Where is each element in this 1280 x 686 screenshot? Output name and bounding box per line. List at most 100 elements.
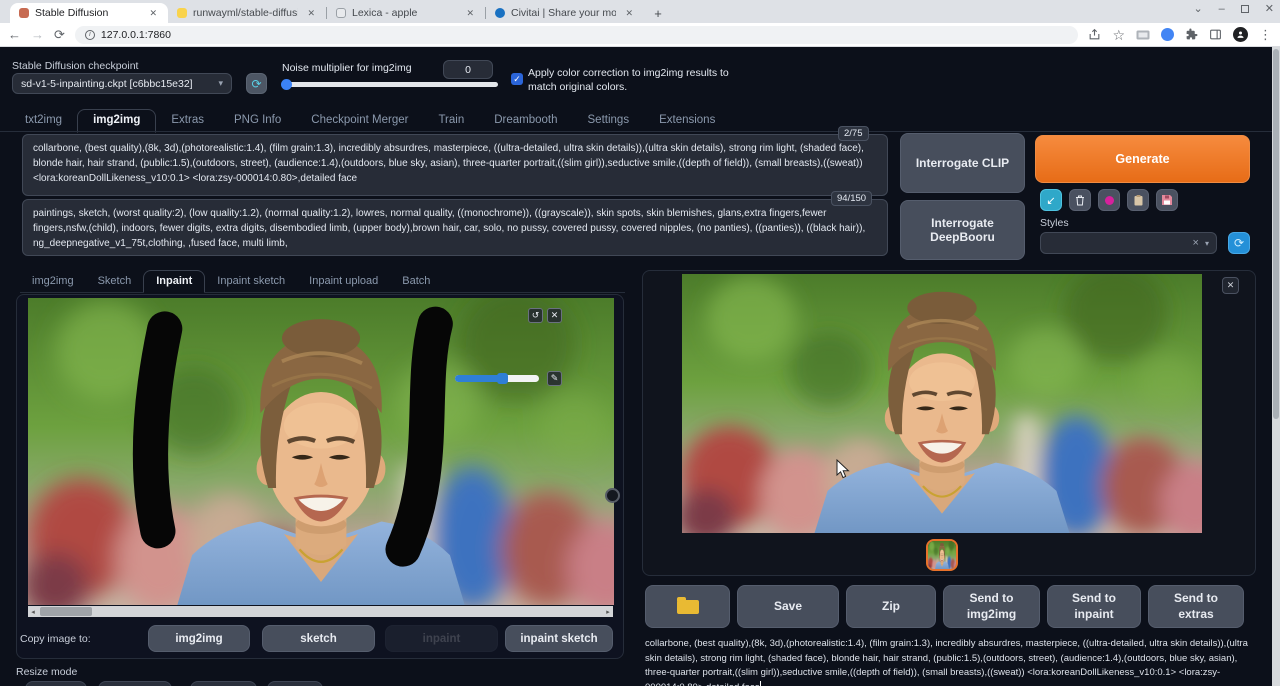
- civitai-favicon: [495, 8, 505, 18]
- open-folder-button[interactable]: [645, 585, 730, 628]
- tab-title: Civitai | Share your models: [511, 7, 617, 19]
- noise-multiplier-value[interactable]: 0: [443, 60, 493, 79]
- apply-style-clipboard-icon[interactable]: [1127, 189, 1149, 211]
- browser-tab-lexica[interactable]: Lexica - apple ✕: [327, 3, 485, 23]
- color-correction-label: Apply color correction to img2img result…: [528, 67, 729, 94]
- subtab-inpaint[interactable]: Inpaint: [143, 270, 206, 293]
- tab-close-icon[interactable]: ✕: [622, 7, 636, 20]
- browser-tab-stable-diffusion[interactable]: Stable Diffusion ✕: [10, 3, 168, 23]
- address-bar[interactable]: i 127.0.0.1:7860: [74, 25, 1079, 44]
- bookmark-star-icon[interactable]: ☆: [1112, 28, 1125, 42]
- noise-multiplier-slider[interactable]: [281, 79, 498, 90]
- slider-thumb[interactable]: [281, 79, 292, 90]
- resize-mode-option[interactable]: [267, 681, 323, 686]
- side-panel-icon[interactable]: [1209, 28, 1222, 41]
- negative-prompt-textarea[interactable]: paintings, sketch, (worst quality:2), (l…: [22, 199, 888, 256]
- brush-icon[interactable]: ✎: [547, 371, 562, 386]
- send-to-img2img-button[interactable]: Send to img2img: [943, 585, 1040, 628]
- resize-mode-option[interactable]: [98, 681, 172, 686]
- clear-canvas-icon[interactable]: ✕: [547, 308, 562, 323]
- interrogate-deepbooru-button[interactable]: Interrogate DeepBooru: [900, 200, 1025, 260]
- scroll-right-icon[interactable]: ▸: [603, 608, 613, 616]
- extension-blue-icon[interactable]: [1161, 28, 1174, 41]
- copy-to-inpaint-sketch-button[interactable]: inpaint sketch: [505, 625, 613, 652]
- close-gallery-icon[interactable]: ✕: [1222, 277, 1239, 294]
- resize-mode-option[interactable]: [25, 681, 87, 686]
- extension-tv-icon[interactable]: [1136, 29, 1150, 41]
- forward-icon[interactable]: →: [31, 28, 44, 41]
- tab-extensions[interactable]: Extensions: [644, 110, 730, 132]
- scroll-left-icon[interactable]: ◂: [28, 608, 38, 616]
- stable-diffusion-favicon: [19, 8, 29, 18]
- scrollbar-thumb[interactable]: [40, 607, 92, 616]
- subtab-inpaint-upload[interactable]: Inpaint upload: [297, 271, 390, 292]
- window-minimize-button[interactable]: –: [1219, 3, 1225, 15]
- new-tab-button[interactable]: +: [650, 5, 666, 21]
- browser-menu-icon[interactable]: ⋮: [1259, 28, 1272, 41]
- tab-close-icon[interactable]: ✕: [146, 7, 160, 20]
- brush-size-slider[interactable]: [455, 373, 539, 384]
- tab-png-info[interactable]: PNG Info: [219, 110, 296, 132]
- extensions-puzzle-icon[interactable]: [1185, 28, 1198, 41]
- tab-settings[interactable]: Settings: [573, 110, 645, 132]
- refresh-checkpoint-button[interactable]: ⟳: [246, 73, 267, 94]
- checkpoint-select[interactable]: sd-v1-5-inpainting.ckpt [c6bbc15e32] ▾: [12, 73, 232, 94]
- browser-tab-runwayml[interactable]: runwayml/stable-diffusion-inpa ✕: [168, 3, 326, 23]
- browser-toolbar: ← → ⟳ i 127.0.0.1:7860 ☆ ⋮: [0, 23, 1280, 47]
- clear-styles-icon[interactable]: ×: [1193, 237, 1199, 249]
- site-info-icon[interactable]: i: [84, 29, 95, 40]
- generate-button[interactable]: Generate: [1035, 135, 1250, 183]
- text-caret: [759, 681, 761, 686]
- save-style-icon[interactable]: [1156, 189, 1178, 211]
- profile-avatar[interactable]: [1233, 27, 1248, 42]
- save-button[interactable]: Save: [737, 585, 839, 628]
- share-icon[interactable]: [1088, 28, 1101, 41]
- canvas-resize-handle[interactable]: [605, 488, 620, 503]
- send-to-inpaint-button[interactable]: Send to inpaint: [1047, 585, 1141, 628]
- prompt-textarea[interactable]: collarbone, (best quality),(8k, 3d),(pho…: [22, 134, 888, 196]
- subtab-batch[interactable]: Batch: [390, 271, 442, 292]
- canvas-horizontal-scrollbar[interactable]: ◂ ▸: [28, 606, 613, 617]
- styles-select[interactable]: × ▾: [1040, 232, 1217, 254]
- tab-train[interactable]: Train: [423, 110, 479, 132]
- copy-to-sketch-button[interactable]: sketch: [262, 625, 375, 652]
- interrogate-clip-button[interactable]: Interrogate CLIP: [900, 133, 1025, 193]
- browser-tab-civitai[interactable]: Civitai | Share your models ✕: [486, 3, 644, 23]
- clear-prompt-trash-icon[interactable]: [1069, 189, 1091, 211]
- window-close-button[interactable]: ✕: [1265, 2, 1274, 15]
- resize-mode-option[interactable]: [190, 681, 257, 686]
- refresh-styles-button[interactable]: ⟳: [1228, 232, 1250, 254]
- back-icon[interactable]: ←: [8, 28, 21, 41]
- color-correction-checkbox[interactable]: ✓: [511, 73, 523, 85]
- window-maximize-button[interactable]: [1240, 4, 1249, 13]
- tab-txt2img[interactable]: txt2img: [10, 110, 77, 132]
- zip-button[interactable]: Zip: [846, 585, 936, 628]
- tab-dreambooth[interactable]: Dreambooth: [479, 110, 572, 132]
- subtab-img2img[interactable]: img2img: [20, 271, 86, 292]
- tab-extras[interactable]: Extras: [156, 110, 219, 132]
- tab-close-icon[interactable]: ✕: [304, 7, 318, 20]
- generated-image[interactable]: [682, 274, 1202, 533]
- tab-img2img[interactable]: img2img: [77, 109, 157, 133]
- paste-generation-params-icon[interactable]: ↙: [1040, 189, 1062, 211]
- floppy-icon: [1162, 195, 1172, 205]
- undo-brush-icon[interactable]: ↺: [528, 308, 543, 323]
- subtab-sketch[interactable]: Sketch: [86, 271, 144, 292]
- page-scrollbar-thumb[interactable]: [1273, 49, 1279, 419]
- subtab-inpaint-sketch[interactable]: Inpaint sketch: [205, 271, 297, 292]
- reload-icon[interactable]: ⟳: [54, 28, 65, 41]
- source-portrait-image: [28, 298, 614, 605]
- copy-image-to-label: Copy image to:: [20, 633, 91, 645]
- window-chevron-icon[interactable]: ⌄: [1193, 2, 1202, 15]
- tab-checkpoint-merger[interactable]: Checkpoint Merger: [296, 110, 423, 132]
- page-scrollbar[interactable]: [1272, 47, 1280, 686]
- copy-to-img2img-button[interactable]: img2img: [148, 625, 250, 652]
- extra-networks-icon[interactable]: [1098, 189, 1120, 211]
- inpaint-canvas[interactable]: ↺ ✕ ✎: [28, 298, 614, 605]
- gallery-thumbnail-selected[interactable]: [926, 539, 958, 571]
- tab-close-icon[interactable]: ✕: [463, 7, 477, 20]
- brush-size-thumb[interactable]: [497, 373, 508, 384]
- send-to-extras-button[interactable]: Send to extras: [1148, 585, 1244, 628]
- main-tabs: txt2img img2img Extras PNG Info Checkpoi…: [10, 108, 730, 133]
- brush-size-fill: [455, 375, 502, 382]
